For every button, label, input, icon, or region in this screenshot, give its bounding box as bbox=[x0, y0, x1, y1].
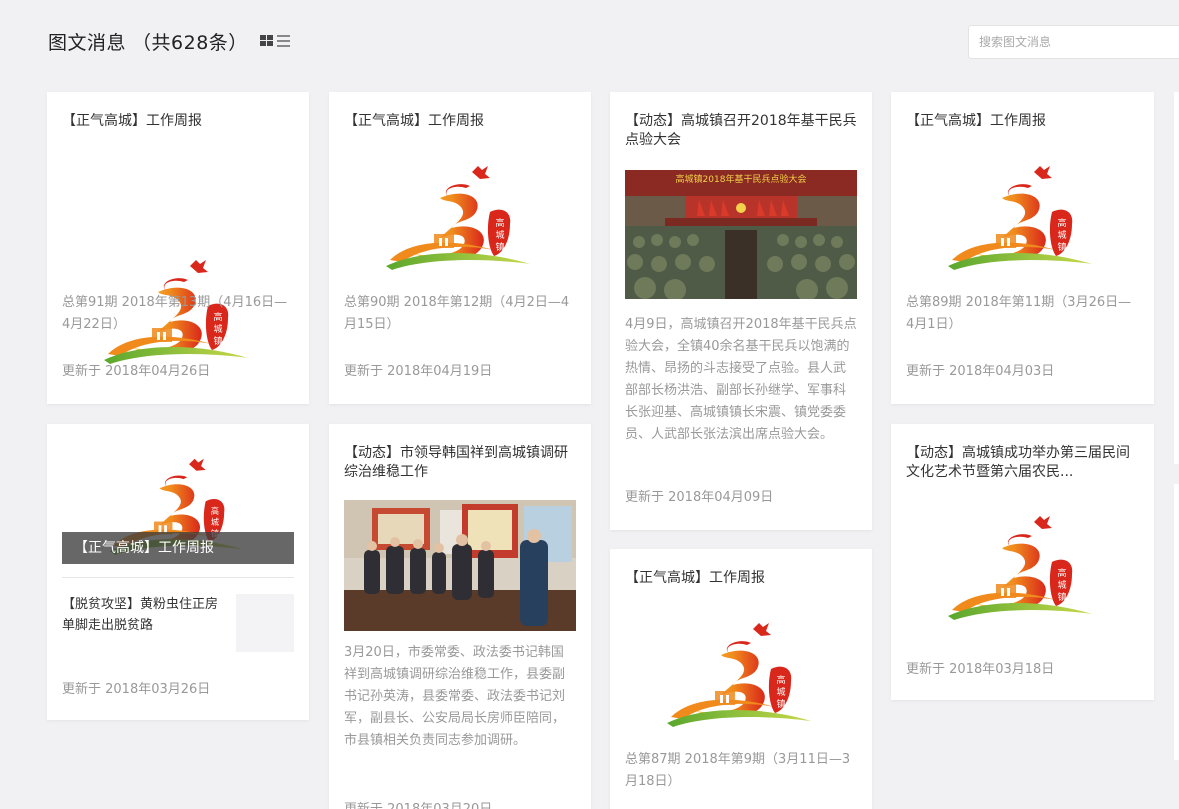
cover-photo-militia-meeting: 高城镇2018年基干民兵点验大会 bbox=[625, 170, 857, 299]
card-description: 总第89期 2018年第11期（3月26日—4月1日） bbox=[906, 295, 1132, 332]
grid-view-icon[interactable] bbox=[259, 35, 273, 47]
card-updated-time: 更新于 2018年04月19日 bbox=[344, 364, 493, 379]
card-updated-time: 更新于 2018年03月26日 bbox=[62, 682, 211, 697]
meeting-banner-text: 高城镇2018年基干民兵点验大会 bbox=[676, 173, 807, 185]
card-updated-time: 更新于 2018年03月20日 bbox=[344, 798, 492, 809]
cover-photo-inspection-visit bbox=[344, 500, 576, 631]
card-title: 【正气高城】工作周报 bbox=[625, 570, 765, 586]
card-updated-time: 更新于 2018年04月26日 bbox=[62, 364, 211, 379]
cover-logo-image bbox=[344, 150, 576, 280]
article-card[interactable]: 【正气高城】工作周报 总第90期 2018年第12期（4月2日—4月15日） 更… bbox=[329, 92, 591, 404]
card-title: 【动态】高城镇召开2018年基干民兵点验大会 bbox=[625, 113, 857, 148]
divider bbox=[62, 577, 294, 578]
card-title: 【正气高城】工作周报 bbox=[62, 113, 202, 129]
sub-article-thumbnail bbox=[236, 594, 294, 652]
card-title: 【动态】高城镇成功举办第三届民间文化艺术节暨第六届农民... bbox=[906, 445, 1130, 480]
card-title: 【正气高城】工作周报 bbox=[344, 113, 484, 129]
card-updated-time: 更新于 2018年03月18日 bbox=[906, 662, 1055, 677]
page-header: 图文消息 （共628条） bbox=[48, 24, 290, 58]
page-title-text: 图文消息 bbox=[48, 31, 127, 54]
cover-logo-image bbox=[906, 500, 1138, 630]
card-description: 3月20日，市委常委、政法委书记韩国祥到高城镇调研综治维稳工作，县委副书记孙英涛… bbox=[344, 645, 566, 748]
search-input[interactable] bbox=[969, 26, 1179, 58]
article-card[interactable]: 【正气高城】工作周报 总第89期 2018年第11期（3月26日—4月1日） 更… bbox=[891, 92, 1154, 404]
cover-logo-image bbox=[906, 150, 1138, 280]
article-card-partial[interactable] bbox=[1174, 92, 1179, 464]
card-updated-time: 更新于 2018年04月09日 bbox=[625, 490, 774, 505]
sub-article-title: 【脱贫攻坚】黄粉虫住正房 单脚走出脱贫路 bbox=[62, 597, 219, 633]
card-title: 【动态】市领导韩国祥到高城镇调研综治维稳工作 bbox=[344, 445, 568, 480]
multi-article-card[interactable]: 【正气高城】工作周报 【脱贫攻坚】黄粉虫住正房 单脚走出脱贫路 更新于 2018… bbox=[47, 424, 309, 720]
view-toggle bbox=[259, 35, 290, 47]
card-title: 【正气高城】工作周报 bbox=[906, 113, 1046, 129]
card-updated-time: 更新于 2018年04月03日 bbox=[906, 364, 1055, 379]
page-title: 图文消息 （共628条） bbox=[48, 28, 248, 55]
card-description: 总第87期 2018年第9期（3月11日—3月18日） bbox=[625, 752, 851, 789]
list-view-icon[interactable] bbox=[276, 35, 290, 47]
article-card[interactable]: 【动态】市领导韩国祥到高城镇调研综治维稳工作 3月20日，市委常委、政法委书记韩… bbox=[329, 424, 591, 809]
card-description: 4月9日，高城镇召开2018年基干民兵点验大会，全镇40余名基干民兵以饱满的热情… bbox=[625, 317, 857, 442]
message-count: （共628条） bbox=[132, 31, 248, 54]
cover-logo-image bbox=[625, 607, 857, 737]
card-description: 总第91期 2018年第13期（4月16日—4月22日） bbox=[62, 295, 288, 332]
search-box bbox=[968, 25, 1179, 59]
article-card[interactable]: 【正气高城】工作周报 总第91期 2018年第13期（4月16日—4月22日） … bbox=[47, 92, 309, 404]
card-description: 总第90期 2018年第12期（4月2日—4月15日） bbox=[344, 295, 570, 332]
article-card[interactable]: 【正气高城】工作周报 总第87期 2018年第9期（3月11日—3月18日） bbox=[610, 549, 872, 809]
article-card-partial[interactable] bbox=[1174, 484, 1179, 760]
article-card[interactable]: 【动态】高城镇成功举办第三届民间文化艺术节暨第六届农民... 更新于 2018年… bbox=[891, 424, 1154, 700]
article-card[interactable]: 【动态】高城镇召开2018年基干民兵点验大会 高城镇2018年基干民兵点验大会 bbox=[610, 92, 872, 530]
main-article-title-overlay: 【正气高城】工作周报 bbox=[62, 532, 294, 564]
